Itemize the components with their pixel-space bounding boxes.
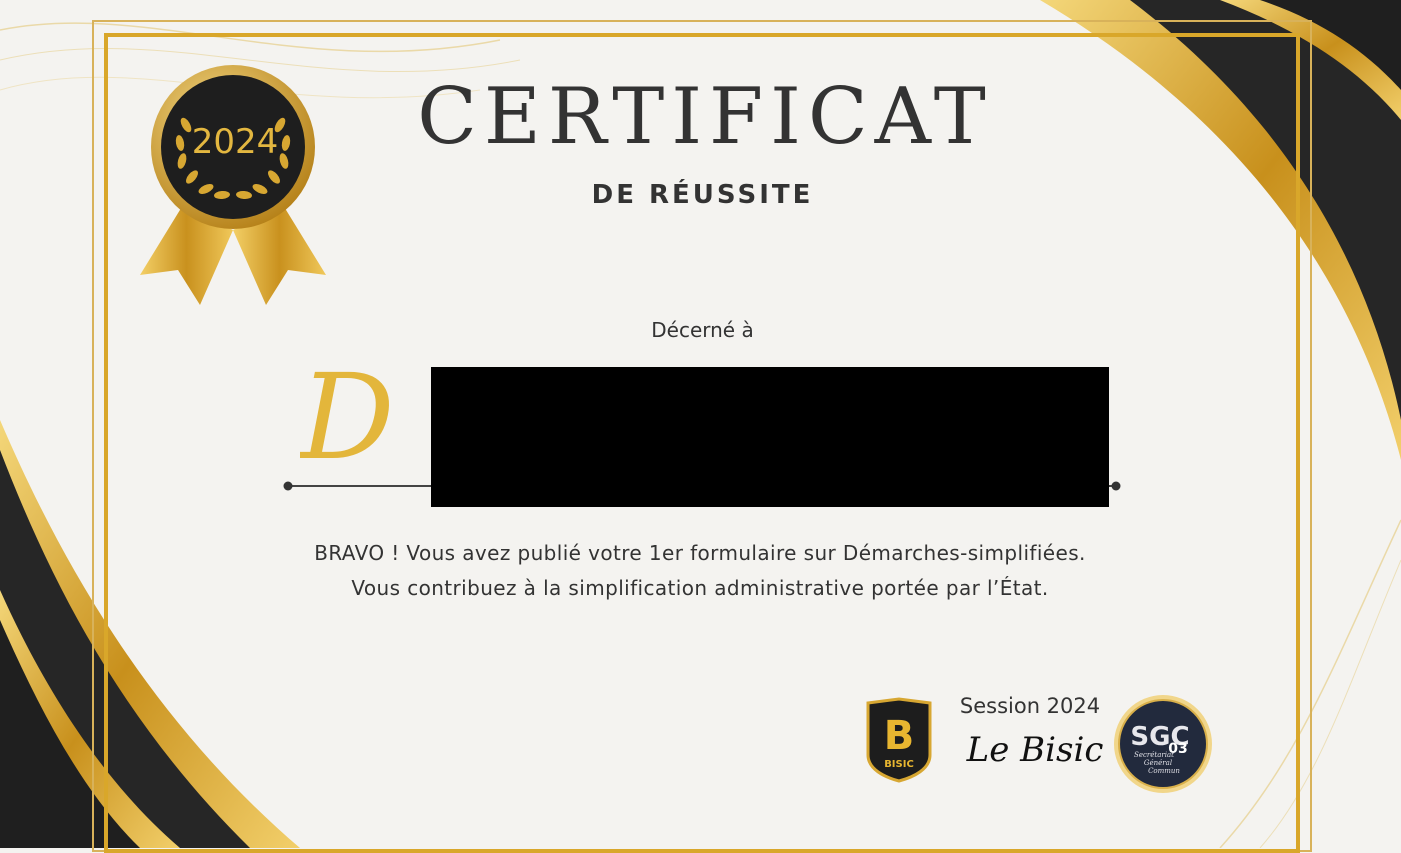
congratulation-message: BRAVO ! Vous avez publié votre 1er formu… bbox=[200, 536, 1200, 606]
message-line-1: BRAVO ! Vous avez publié votre 1er formu… bbox=[314, 541, 1086, 565]
bisic-letter: B bbox=[884, 713, 915, 759]
sgc-subtext-1: Secrétariat bbox=[1134, 751, 1174, 759]
bisic-label: BISIC bbox=[884, 759, 914, 770]
sgc-subtext-3: Commun bbox=[1148, 767, 1180, 775]
sgc-logo-icon: SGC 03 Secrétariat Général Commun bbox=[1114, 695, 1212, 793]
bisic-logo-icon: B BISIC bbox=[866, 697, 932, 783]
sgc-subtext-2: Général bbox=[1144, 759, 1172, 767]
session-label: Session 2024 bbox=[959, 694, 1101, 718]
awarded-to-label: Décerné à bbox=[651, 318, 754, 342]
signature: Le Bisic bbox=[966, 730, 1104, 770]
message-line-2: Vous contribuez à la simplification admi… bbox=[351, 576, 1049, 600]
certificate-title: CERTIFICAT bbox=[417, 72, 993, 162]
redaction-box bbox=[431, 367, 1109, 507]
medal-year: 2024 bbox=[191, 122, 279, 162]
certificate-subtitle: DE RÉUSSITE bbox=[591, 180, 814, 210]
